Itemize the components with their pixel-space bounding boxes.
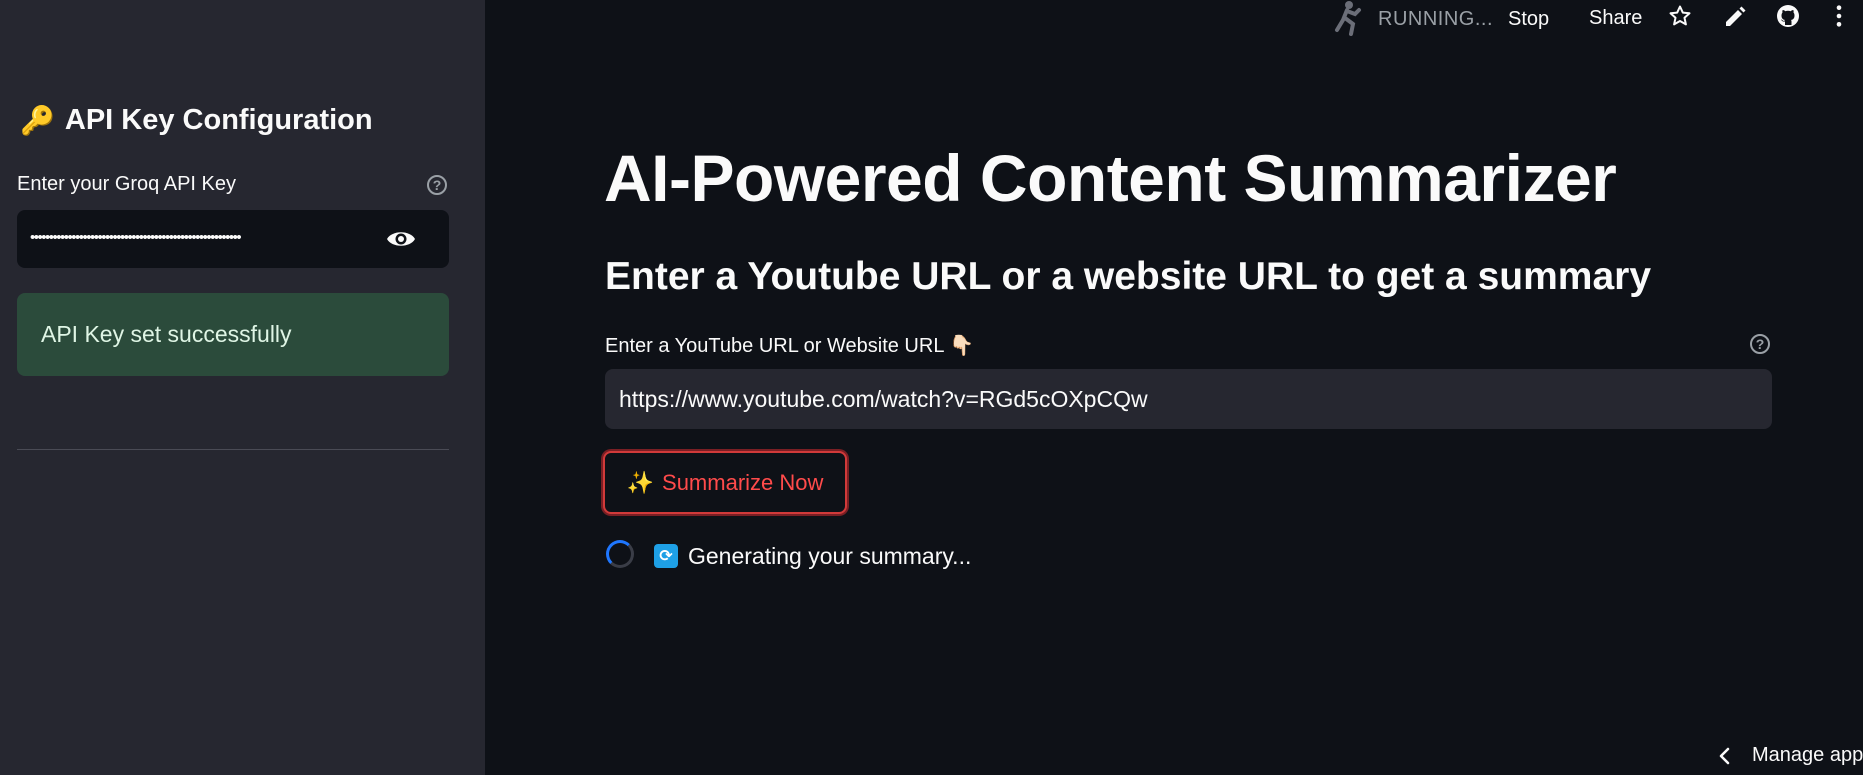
sidebar-title: 🔑 API Key Configuration bbox=[20, 104, 373, 137]
key-icon: 🔑 bbox=[20, 105, 55, 136]
page-subtitle: Enter a Youtube URL or a website URL to … bbox=[605, 255, 1652, 298]
loading-spinner-icon bbox=[606, 540, 634, 568]
api-key-label: Enter your Groq API Key bbox=[17, 173, 236, 195]
success-alert: API Key set successfully bbox=[17, 293, 449, 376]
api-key-field[interactable]: ••••••••••••••••••••••••••••••••••••••••… bbox=[17, 210, 449, 268]
summarize-button[interactable]: ✨ Summarize Now bbox=[603, 451, 847, 514]
url-input[interactable] bbox=[605, 369, 1772, 429]
url-field-label: Enter a YouTube URL or Website URL 👇🏻 bbox=[605, 335, 975, 357]
github-icon[interactable] bbox=[1775, 4, 1801, 28]
more-vertical-icon[interactable] bbox=[1834, 4, 1844, 28]
pencil-icon[interactable] bbox=[1723, 5, 1747, 29]
eye-icon[interactable] bbox=[385, 226, 417, 252]
star-icon[interactable] bbox=[1667, 4, 1693, 28]
stop-button[interactable]: Stop bbox=[1508, 7, 1549, 31]
status-text: Generating your summary... bbox=[688, 543, 972, 569]
sidebar: 🔑 API Key Configuration Enter your Groq … bbox=[0, 0, 485, 775]
running-man-icon bbox=[1335, 1, 1361, 36]
help-icon[interactable]: ? bbox=[1750, 334, 1770, 354]
chevron-left-icon bbox=[1719, 747, 1730, 764]
manage-app-button[interactable]: Manage app bbox=[1718, 744, 1863, 767]
api-key-value[interactable]: ••••••••••••••••••••••••••••••••••••••••… bbox=[30, 228, 378, 248]
refresh-icon: ⟳ bbox=[654, 544, 678, 568]
sidebar-divider bbox=[17, 449, 449, 450]
help-icon[interactable]: ? bbox=[427, 175, 447, 195]
page-title: AI-Powered Content Summarizer bbox=[604, 141, 1617, 215]
summarize-button-label: Summarize Now bbox=[662, 469, 824, 495]
sidebar-title-text: API Key Configuration bbox=[64, 104, 373, 136]
manage-app-label: Manage app bbox=[1752, 744, 1863, 766]
sparkles-icon: ✨ bbox=[626, 469, 655, 495]
running-status: RUNNING... bbox=[1378, 7, 1493, 30]
share-button[interactable]: Share bbox=[1589, 6, 1642, 30]
success-message: API Key set successfully bbox=[41, 321, 292, 347]
